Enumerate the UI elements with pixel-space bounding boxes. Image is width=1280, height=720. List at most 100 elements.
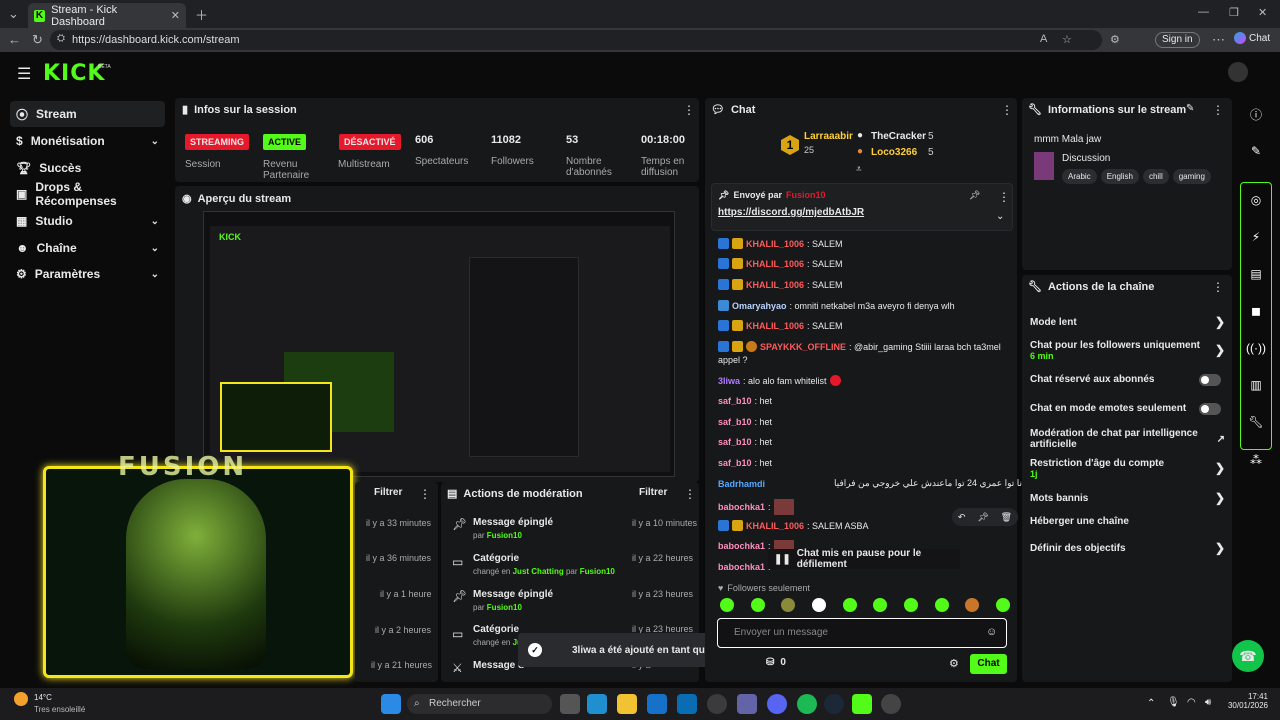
- mod-filter-button[interactable]: Filtrer: [639, 487, 667, 498]
- maximize-icon[interactable]: ❐: [1229, 6, 1239, 19]
- channel-points[interactable]: ⛁ 0: [766, 657, 786, 668]
- close-tab-icon[interactable]: ✕: [171, 9, 180, 22]
- chat-username[interactable]: KHALIL_1006: [746, 280, 804, 290]
- taskbar-clock[interactable]: 17:41 30/01/2026: [1222, 692, 1268, 710]
- browser-tab[interactable]: K Stream - Kick Dashboard ✕: [28, 3, 186, 28]
- explorer-icon[interactable]: [617, 694, 637, 714]
- sidebar-item-chaine[interactable]: ☻ Chaîne ⌄: [10, 235, 165, 261]
- tag[interactable]: English: [1100, 169, 1139, 184]
- signin-button[interactable]: Sign in: [1155, 32, 1200, 48]
- emote-icon[interactable]: [995, 598, 1010, 612]
- activity-more-icon[interactable]: ⋮: [419, 487, 431, 501]
- chat-username[interactable]: saf_b10: [718, 437, 752, 447]
- chat-username[interactable]: KHALIL_1006: [746, 239, 804, 249]
- emote-icon[interactable]: [934, 598, 949, 612]
- disabled-badge[interactable]: DÉSACTIVÉ: [339, 134, 401, 150]
- chat-username[interactable]: babochka1: [718, 562, 765, 572]
- chat-message[interactable]: 3liwa: alo alo fam whitelist: [718, 375, 841, 386]
- chat-message[interactable]: babochka1:: [718, 499, 794, 515]
- chat-message[interactable]: KHALIL_1006: SALEM: [718, 279, 843, 290]
- slow-mode-row[interactable]: Mode lent ❯: [1030, 315, 1225, 329]
- stream-info-more-icon[interactable]: ⋮: [1212, 103, 1224, 117]
- chat-input[interactable]: Envoyer un message ☺: [717, 618, 1007, 648]
- pinned-link[interactable]: https://discord.gg/mjedbAtbJR: [718, 207, 864, 218]
- goals-row[interactable]: Définir des objectifs ❯: [1030, 541, 1225, 555]
- store-icon[interactable]: [677, 694, 697, 714]
- top-gifter-3[interactable]: Loco3266: [871, 147, 917, 158]
- chat-username[interactable]: babochka1: [718, 541, 765, 551]
- menu-icon[interactable]: ☰: [17, 64, 31, 84]
- unpin-icon[interactable]: 📌︎: [969, 190, 980, 201]
- chat-bubble-icon[interactable]: ◼: [1242, 297, 1270, 325]
- minimize-icon[interactable]: —: [1198, 6, 1209, 18]
- info-icon[interactable]: ⓘ: [1242, 100, 1270, 128]
- followers-only-row[interactable]: Chat pour les followers uniquement 6 min ❯: [1030, 339, 1225, 361]
- reply-icon[interactable]: ↶: [958, 512, 966, 523]
- delete-icon[interactable]: 🗑︎: [1001, 512, 1012, 523]
- emoji-icon[interactable]: ☺: [986, 626, 997, 638]
- weather-temp[interactable]: 14°C: [34, 693, 52, 702]
- mic-icon[interactable]: 🎙︎: [1167, 697, 1180, 708]
- emote-icon[interactable]: [873, 598, 888, 612]
- chat-username[interactable]: saf_b10: [718, 458, 752, 468]
- emote-icon[interactable]: [811, 598, 826, 612]
- banned-words-row[interactable]: Mots bannis ❯: [1030, 491, 1225, 505]
- mod-row-user[interactable]: Fusion10: [580, 567, 615, 576]
- emotes-only-toggle[interactable]: [1199, 402, 1221, 415]
- tray-chevron-icon[interactable]: ⌃: [1147, 698, 1155, 709]
- emote-icon[interactable]: [965, 598, 980, 612]
- chat-message[interactable]: saf_b10: het: [718, 458, 772, 468]
- emote-icon[interactable]: [903, 598, 918, 612]
- send-chat-button[interactable]: Chat: [970, 654, 1007, 674]
- chat-username[interactable]: SPAYKKK_OFFLINE: [760, 342, 846, 352]
- obs-icon[interactable]: [881, 694, 901, 714]
- copilot-chat-button[interactable]: Chat: [1234, 32, 1270, 44]
- sidebar-item-drops[interactable]: ▣ Drops & Récompenses: [10, 180, 165, 208]
- reload-icon[interactable]: ↻: [32, 32, 43, 48]
- chat-username[interactable]: KHALIL_1006: [746, 321, 804, 331]
- emote-icon[interactable]: [842, 598, 857, 612]
- chat-message[interactable]: KHALIL_1006: SALEM: [718, 258, 843, 269]
- pinned-more-icon[interactable]: ⋮: [998, 190, 1010, 204]
- chat-message[interactable]: KHALIL_1006: SALEM: [718, 238, 843, 249]
- chat-message[interactable]: Badrhamdi انا توا عمري 24 توا ماعندش علي …: [718, 478, 1025, 489]
- avatar[interactable]: [1228, 62, 1248, 82]
- mod-more-icon[interactable]: ⋮: [684, 487, 696, 501]
- chat-message[interactable]: saf_b10: het: [718, 437, 772, 447]
- site-info-icon[interactable]: ⛭: [57, 33, 65, 44]
- kick-logo[interactable]: KICK: [43, 61, 105, 86]
- chevron-down-icon[interactable]: ⌄: [996, 211, 1004, 222]
- emote-icon[interactable]: [750, 598, 765, 612]
- channel-actions-more-icon[interactable]: ⋮: [1212, 280, 1224, 294]
- new-tab-icon[interactable]: ＋: [195, 5, 208, 24]
- sidebar-item-stream[interactable]: ⦿ Stream: [10, 101, 165, 127]
- volume-icon[interactable]: 🔊︎: [1205, 697, 1211, 708]
- chat-username[interactable]: 3liwa: [718, 376, 740, 386]
- chat-paused-banner[interactable]: ❚❚ Chat mis en pause pour le défilement: [768, 548, 960, 570]
- tag[interactable]: chill: [1142, 169, 1169, 184]
- url-field[interactable]: https://dashboard.kick.com/stream: [50, 30, 1102, 50]
- wrench-icon[interactable]: 🔧︎: [1242, 408, 1270, 436]
- discord-icon[interactable]: [767, 694, 787, 714]
- steam-icon[interactable]: [824, 694, 844, 714]
- taskbar-search[interactable]: ⌕ Rechercher: [407, 694, 552, 714]
- apps-icon[interactable]: ⁂: [1242, 446, 1270, 474]
- wifi-icon[interactable]: ◠: [1187, 697, 1196, 708]
- subscribers-only-toggle[interactable]: [1199, 373, 1221, 386]
- emotes-only-row[interactable]: Chat en mode emotes seulement: [1030, 402, 1225, 415]
- mod-row-user[interactable]: Fusion10: [487, 603, 522, 612]
- xbox-icon[interactable]: [707, 694, 727, 714]
- support-icon[interactable]: ☎: [1232, 640, 1264, 672]
- chat-more-icon[interactable]: ⋮: [1001, 103, 1013, 117]
- chat-username[interactable]: KHALIL_1006: [746, 259, 804, 269]
- collapse-icon[interactable]: ⩡: [856, 164, 862, 175]
- tab-list-icon[interactable]: ⌄: [8, 6, 19, 22]
- sidebar-item-succes[interactable]: 🏆︎ Succès: [10, 155, 165, 181]
- lightning-icon[interactable]: ⚡︎: [1242, 223, 1270, 251]
- mod-row-category[interactable]: Just Chatting: [513, 567, 564, 576]
- teams-icon[interactable]: [737, 694, 757, 714]
- spotify-icon[interactable]: [797, 694, 817, 714]
- sidebar-item-parametres[interactable]: ⚙ Paramètres ⌄: [10, 261, 165, 287]
- read-aloud-icon[interactable]: A: [1040, 33, 1047, 45]
- edit-icon[interactable]: ✎: [1242, 137, 1270, 165]
